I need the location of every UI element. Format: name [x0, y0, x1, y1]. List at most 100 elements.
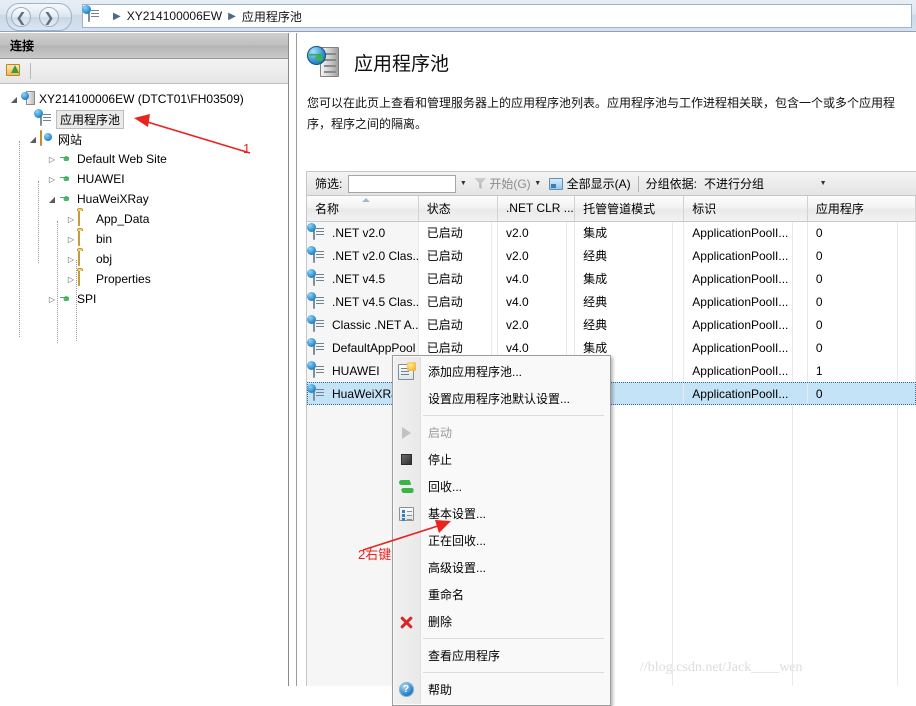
cell-applications: 0: [807, 221, 916, 244]
forward-icon[interactable]: ❯: [39, 7, 59, 27]
globe-icon: [58, 171, 74, 187]
expander-expanded-icon[interactable]: ◢: [27, 129, 39, 149]
cell-applications: 0: [807, 267, 916, 290]
sidebar-tree-item[interactable]: ▷ HUAWEI: [0, 169, 288, 189]
app-pool-icon: [312, 292, 328, 310]
expander-collapsed-icon[interactable]: ▷: [65, 209, 77, 229]
cell-applications: 0: [807, 313, 916, 336]
sidebar-tree-label[interactable]: 应用程序池: [56, 109, 125, 129]
sidebar-tree-item[interactable]: ▷ SPI: [0, 289, 288, 309]
app-pools-icon: [307, 45, 341, 79]
go-label: 开始(G): [489, 177, 531, 191]
table-row[interactable]: .NET v2.0 已启动 v2.0 集成 ApplicationPoolI... 0: [307, 221, 916, 244]
chevron-down-icon[interactable]: ▼: [531, 175, 545, 193]
breadcrumb-item-server[interactable]: XY214100006EW: [127, 9, 222, 23]
table-row[interactable]: Classic .NET A... 已启动 v2.0 经典 ApplicationPoo…: [307, 313, 916, 336]
sidebar-tree-label[interactable]: Default Web Site: [77, 152, 167, 166]
cell-status: 已启动: [418, 290, 498, 313]
cell-name: Classic .NET A...: [307, 313, 419, 336]
context-menu-item[interactable]: 重命名: [393, 581, 610, 608]
table-row[interactable]: .NET v4.5 已启动 v4.0 集成 ApplicationPoolI... 0: [307, 267, 916, 290]
page-header: 应用程序池: [297, 33, 916, 79]
connections-tree: ◢ XY214100006EW (DTCT01\FH03509) 应用程序池 ◢ 网站 ▷…: [0, 84, 288, 309]
context-menu-item[interactable]: 设置应用程序池默认设置...: [393, 385, 610, 412]
expander-collapsed-icon[interactable]: ▷: [65, 229, 77, 249]
show-all-button[interactable]: 全部显示(A): [548, 175, 631, 192]
cell-applications: 1: [807, 359, 916, 382]
breadcrumb[interactable]: ▶ XY214100006EW ▶ 应用程序池: [82, 4, 912, 28]
menu-separator: [423, 672, 604, 673]
expander-collapsed-icon[interactable]: ▷: [46, 169, 58, 189]
sidebar-tree-label[interactable]: XY214100006EW (DTCT01\FH03509): [39, 92, 244, 106]
cell-identity: ApplicationPoolI...: [683, 359, 808, 382]
context-menu-item[interactable]: 高级设置...: [393, 554, 610, 581]
breadcrumb-item-apppools[interactable]: 应用程序池: [242, 8, 302, 25]
sidebar-tree-item[interactable]: ◢ HuaWeiXRay: [0, 189, 288, 209]
cell-identity: ApplicationPoolI...: [683, 221, 808, 244]
add-app-pool-icon: [393, 358, 419, 385]
table-column-header[interactable]: 状态: [418, 196, 498, 222]
basic-settings-icon: [393, 500, 419, 527]
expander-expanded-icon[interactable]: ◢: [46, 189, 58, 209]
help-icon: ?: [393, 676, 419, 703]
chevron-down-icon[interactable]: ▼: [816, 175, 830, 193]
globe-icon: [58, 151, 74, 167]
context-menu-item[interactable]: 删除: [393, 608, 610, 635]
sidebar-tree-item[interactable]: 应用程序池: [0, 109, 288, 129]
sidebar-tree-item[interactable]: ▷ bin: [0, 229, 288, 249]
table-row[interactable]: .NET v4.5 Clas... 已启动 v4.0 经典 ApplicationPoo…: [307, 290, 916, 313]
sidebar-tree-label[interactable]: App_Data: [96, 212, 149, 226]
sidebar-tree-label[interactable]: SPI: [77, 292, 96, 306]
table-column-header[interactable]: 名称: [307, 196, 419, 222]
server-icon: [20, 91, 36, 107]
globe-icon: [58, 191, 74, 207]
context-menu-item-label: 添加应用程序池...: [428, 365, 523, 379]
app-pool-icon: [312, 269, 328, 287]
context-menu-item-label: 高级设置...: [428, 561, 487, 575]
context-menu-item[interactable]: 停止: [393, 446, 610, 473]
go-button[interactable]: 开始(G) ▼: [474, 175, 544, 193]
context-menu-item[interactable]: 添加应用程序池...: [393, 358, 610, 385]
sidebar-tree-label[interactable]: obj: [96, 252, 112, 266]
tree-connector: [38, 181, 39, 263]
app-pool-icon: [312, 338, 328, 356]
sidebar-tree-label[interactable]: bin: [96, 232, 112, 246]
context-menu: 添加应用程序池... 设置应用程序池默认设置... 启动 停止 回收... 基本设置...…: [392, 355, 611, 706]
table-column-header[interactable]: 标识: [683, 196, 808, 222]
sidebar-tree-label[interactable]: HUAWEI: [77, 172, 125, 186]
expander-collapsed-icon[interactable]: ▷: [46, 149, 58, 169]
recycle-icon: [393, 473, 419, 500]
sidebar-tree-item[interactable]: ▷ obj: [0, 249, 288, 269]
context-menu-item[interactable]: 基本设置...: [393, 500, 610, 527]
sidebar-tree-label[interactable]: 网站: [58, 131, 82, 148]
table-column-header[interactable]: 应用程序: [807, 196, 916, 222]
sidebar-tree-item[interactable]: ▷ Properties: [0, 269, 288, 289]
table-column-header[interactable]: 托管管道模式: [574, 196, 685, 222]
filter-input[interactable]: [348, 174, 457, 193]
cell-status: 已启动: [418, 221, 498, 244]
chevron-down-icon[interactable]: ▼: [456, 175, 470, 193]
sidebar-tree-label[interactable]: HuaWeiXRay: [77, 192, 149, 206]
app-pool-icon: [312, 315, 328, 333]
sidebar-tree-item[interactable]: ◢ XY214100006EW (DTCT01\FH03509): [0, 89, 288, 109]
filter-toolbar: 筛选: ▼ 开始(G) ▼ 全部显示(A) 分组依据: 不进行分组 ▼: [306, 171, 916, 195]
sidebar-tree-item[interactable]: ▷ App_Data: [0, 209, 288, 229]
context-menu-item[interactable]: 查看应用程序: [393, 642, 610, 669]
cell-clr-version: v2.0: [497, 221, 576, 244]
sidebar-tree-label[interactable]: Properties: [96, 272, 151, 286]
open-folder-icon[interactable]: [6, 63, 22, 79]
context-menu-item-label: 设置应用程序池默认设置...: [428, 392, 571, 406]
table-row[interactable]: .NET v2.0 Clas... 已启动 v2.0 经典 ApplicationPoo…: [307, 244, 916, 267]
expander-expanded-icon[interactable]: ◢: [8, 89, 20, 109]
connections-panel: 连接 ◢ XY214100006EW (DTCT01\FH03509) 应用程序池 ◢…: [0, 33, 289, 686]
back-icon[interactable]: ❮: [11, 7, 31, 27]
context-menu-item[interactable]: 回收...: [393, 473, 610, 500]
table-column-header[interactable]: .NET CLR ...: [497, 196, 576, 222]
context-menu-item[interactable]: 正在回收...: [393, 527, 610, 554]
tree-connector: [57, 221, 58, 343]
context-menu-item-label: 重命名: [428, 588, 465, 602]
group-by-value[interactable]: 不进行分组: [704, 175, 764, 192]
context-menu-item[interactable]: ? 帮助: [393, 676, 610, 703]
context-menu-item-label: 删除: [428, 615, 453, 629]
none: [393, 554, 419, 581]
